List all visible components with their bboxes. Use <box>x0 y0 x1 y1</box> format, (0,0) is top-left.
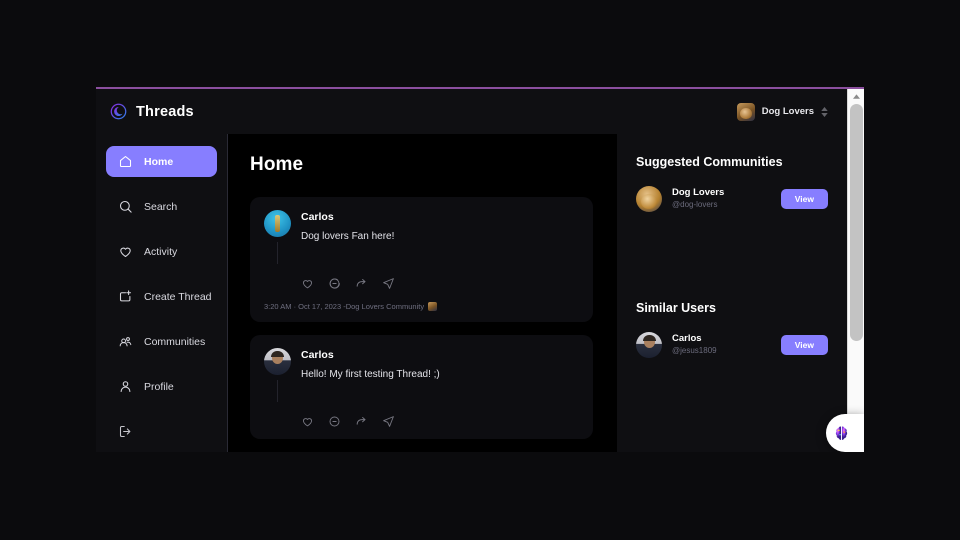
scroll-up-arrow-icon[interactable] <box>848 89 864 103</box>
similar-users-title: Similar Users <box>636 301 716 315</box>
user-name: Carlos <box>672 333 702 345</box>
sidebar-item-profile-label: Profile <box>144 380 174 393</box>
threads-app: Threads Dog Lovers Home Search Activity … <box>96 89 847 452</box>
send-icon[interactable] <box>382 415 395 428</box>
post-card[interactable]: Carlos Dog lovers Fan here! 3:20 AM · Oc… <box>250 197 593 322</box>
panel-spacer <box>636 212 828 301</box>
post-actions <box>301 277 579 290</box>
post-header: Carlos Hello! My first testing Thread! ;… <box>264 348 579 402</box>
sidebar-item-activity[interactable]: Activity <box>106 236 217 267</box>
suggested-communities-title: Suggested Communities <box>636 155 783 169</box>
dog-avatar <box>736 102 755 121</box>
comment-icon[interactable] <box>328 415 341 428</box>
sidebar-item-communities[interactable]: Communities <box>106 326 217 357</box>
repost-icon[interactable] <box>355 415 368 428</box>
threads-logo-icon <box>110 103 127 120</box>
up-down-chevron-icon[interactable] <box>821 106 828 117</box>
app-topbar: Threads Dog Lovers <box>96 89 847 134</box>
post-meta: 3:20 AM · Oct 17, 2023 -Dog Lovers Commu… <box>264 302 579 311</box>
person-icon <box>120 381 131 393</box>
logout-icon <box>119 425 131 438</box>
man-avatar <box>636 332 662 358</box>
man-avatar[interactable] <box>264 348 291 375</box>
community-handle: @dog-lovers <box>672 200 718 209</box>
view-user-button[interactable]: View <box>780 335 828 355</box>
sidebar-item-activity-label: Activity <box>144 245 178 258</box>
app-body: Home Search Activity Create Thread Commu… <box>96 134 847 452</box>
post-avatar-column <box>264 348 291 402</box>
sidebar-item-search-label: Search <box>144 200 178 213</box>
view-community-button[interactable]: View <box>780 189 828 209</box>
scrollbar-thumb[interactable] <box>850 104 863 341</box>
post-text: Hello! My first testing Thread! ;) <box>301 369 440 380</box>
post-text: Dog lovers Fan here! <box>301 231 395 242</box>
post-actions <box>301 415 579 428</box>
sidebar-item-home-label: Home <box>144 155 174 168</box>
community-info: Dog Lovers @dog-lovers <box>672 187 771 211</box>
brand[interactable]: Threads <box>110 103 194 120</box>
right-sidebar: Suggested Communities Dog Lovers @dog-lo… <box>617 134 847 452</box>
brand-name: Threads <box>136 103 194 120</box>
create-icon <box>119 290 132 302</box>
sidebar-item-search[interactable]: Search <box>106 191 217 222</box>
post-header: Carlos Dog lovers Fan here! <box>264 210 579 264</box>
assistant-widget[interactable] <box>826 414 864 452</box>
brain-assistant-icon <box>835 425 848 440</box>
user-info: Carlos @jesus1809 <box>672 333 771 357</box>
dog-avatar <box>636 186 662 212</box>
main-feed: Home Carlos Dog lovers Fan here! 3:20 AM… <box>228 134 617 452</box>
thread-connector-line <box>277 242 278 264</box>
thread-connector-line <box>277 380 278 402</box>
search-icon <box>119 200 132 213</box>
user-list-item[interactable]: Carlos @jesus1809 View <box>636 332 828 358</box>
vertical-scrollbar[interactable] <box>847 89 864 452</box>
post-body: Carlos Dog lovers Fan here! <box>301 210 579 264</box>
send-icon[interactable] <box>382 277 395 290</box>
heart-icon[interactable] <box>301 415 314 428</box>
post-author[interactable]: Carlos <box>301 349 579 361</box>
sidebar-item-home[interactable]: Home <box>106 146 217 177</box>
repost-icon[interactable] <box>355 277 368 290</box>
user-handle: @jesus1809 <box>672 346 717 355</box>
community-name: Dog Lovers <box>672 187 725 199</box>
user-switcher[interactable]: Dog Lovers <box>732 100 833 124</box>
sidebar-item-create-thread-label: Create Thread <box>144 290 212 303</box>
community-list-item[interactable]: Dog Lovers @dog-lovers View <box>636 186 828 212</box>
comment-icon[interactable] <box>328 277 341 290</box>
post-author[interactable]: Carlos <box>301 211 579 223</box>
page-title: Home <box>250 154 304 175</box>
sidebar-item-profile[interactable]: Profile <box>106 371 217 402</box>
home-icon <box>119 155 132 168</box>
heart-icon[interactable] <box>301 277 314 290</box>
sidebar-item-create-thread[interactable]: Create Thread <box>106 281 217 312</box>
post-avatar-column <box>264 210 291 264</box>
user-switcher-label: Dog Lovers <box>761 106 814 117</box>
sidebar-item-communities-label: Communities <box>144 335 206 348</box>
heart-icon <box>120 247 131 258</box>
post-meta-text: 3:20 AM · Oct 17, 2023 -Dog Lovers Commu… <box>264 302 425 311</box>
post-card[interactable]: Carlos Hello! My first testing Thread! ;… <box>250 335 593 439</box>
people-icon <box>119 337 132 347</box>
browser-window: Threads Dog Lovers Home Search Activity … <box>96 87 864 452</box>
sidebar-item-logout[interactable] <box>106 416 217 447</box>
left-sidebar: Home Search Activity Create Thread Commu… <box>96 134 228 452</box>
bottle-avatar[interactable] <box>264 210 291 237</box>
community-avatar <box>428 302 438 311</box>
post-body: Carlos Hello! My first testing Thread! ;… <box>301 348 579 402</box>
